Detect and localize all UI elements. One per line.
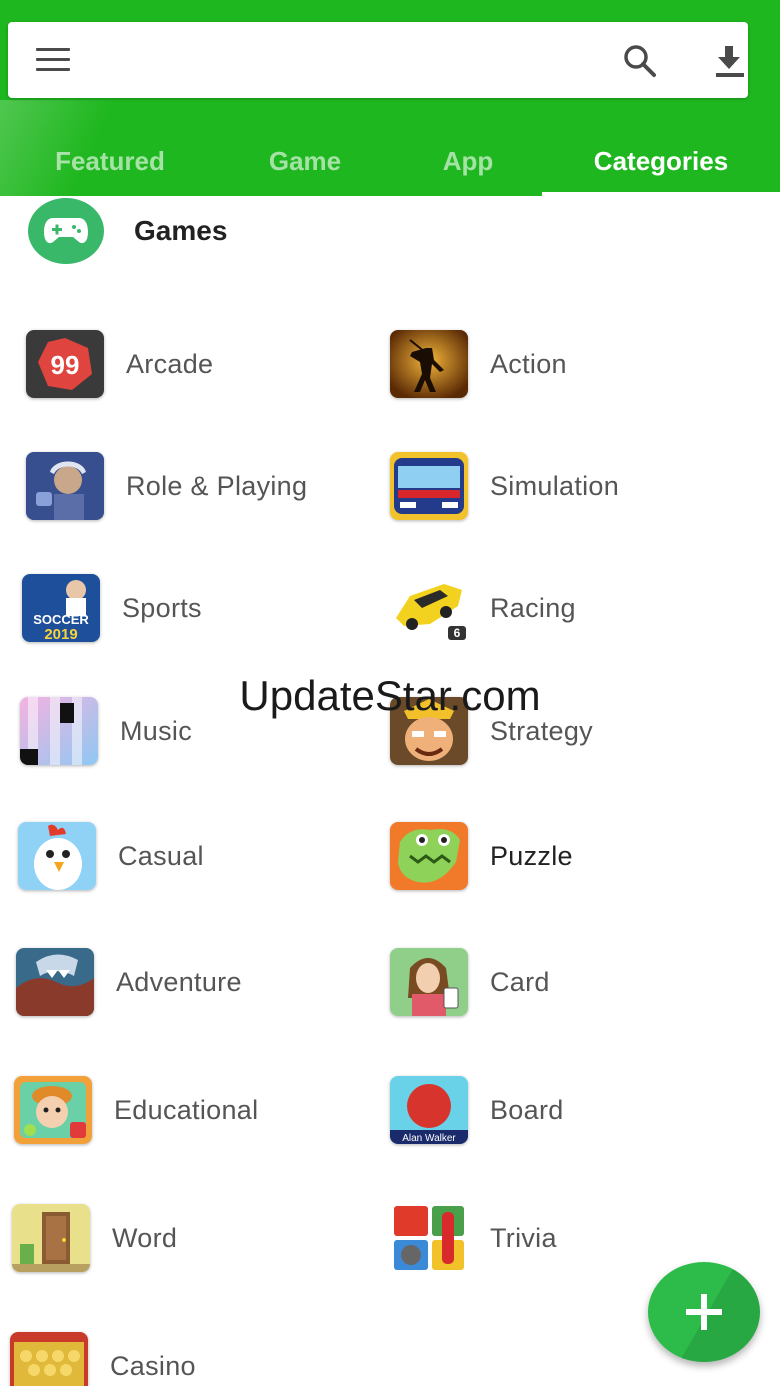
puzzle-icon (390, 822, 468, 890)
download-icon[interactable] (710, 42, 750, 82)
category-label: Racing (490, 592, 576, 623)
category-label: Casual (118, 840, 204, 871)
category-racing[interactable]: 6 Racing (390, 574, 576, 642)
category-label: Adventure (116, 966, 242, 997)
category-label: Puzzle (490, 840, 573, 871)
category-board[interactable]: Alan Walker Board (390, 1076, 564, 1144)
role-playing-icon (26, 452, 104, 520)
tab-categories[interactable]: Categories (542, 130, 780, 192)
category-casino[interactable]: Casino (10, 1332, 196, 1386)
watermark: UpdateStar.com (239, 672, 541, 719)
sports-icon: SOCCER 2019 (22, 574, 100, 642)
gamepad-icon (28, 198, 104, 264)
category-label: Role & Playing (126, 470, 308, 501)
add-fab-button[interactable] (648, 1262, 760, 1362)
tab-game[interactable]: Game (215, 130, 395, 192)
category-educational[interactable]: Educational (14, 1076, 258, 1144)
search-bar[interactable] (8, 22, 748, 98)
category-simulation[interactable]: Simulation (390, 452, 619, 520)
arcade-icon: 99 (26, 330, 104, 398)
category-puzzle[interactable]: Puzzle (390, 822, 573, 890)
racing-icon: 6 (390, 574, 468, 642)
category-casual[interactable]: Casual (18, 822, 204, 890)
search-icon[interactable] (620, 42, 660, 82)
casino-icon (10, 1332, 88, 1386)
category-sports[interactable]: SOCCER 2019 Sports (22, 574, 202, 642)
sports-thumb-line1: SOCCER (33, 612, 89, 627)
category-label: Simulation (490, 470, 620, 501)
category-action[interactable]: Action (390, 330, 567, 398)
adventure-icon (16, 948, 94, 1016)
section-header-games: Games (28, 198, 227, 264)
category-role-playing[interactable]: Role & Playing (26, 452, 307, 520)
tab-bar: Featured Game App Categories (0, 130, 780, 196)
board-thumb-caption: Alan Walker (402, 1133, 456, 1144)
racing-thumb-badge: 6 (454, 626, 461, 640)
board-icon: Alan Walker (390, 1076, 468, 1144)
app-header: Featured Game App Categories (0, 0, 780, 196)
casual-icon (18, 822, 96, 890)
word-icon (12, 1204, 90, 1272)
category-word[interactable]: Word (12, 1204, 177, 1272)
action-icon (390, 330, 468, 398)
menu-icon[interactable] (36, 46, 72, 74)
section-title: Games (134, 215, 228, 246)
category-label: Educational (114, 1094, 259, 1125)
category-label: Word (112, 1222, 178, 1253)
category-label: Trivia (490, 1222, 557, 1253)
plus-icon (686, 1294, 722, 1330)
trivia-icon (390, 1204, 468, 1272)
category-trivia[interactable]: Trivia (390, 1204, 557, 1272)
card-icon (390, 948, 468, 1016)
category-label: Board (490, 1094, 564, 1125)
category-label: Casino (110, 1350, 196, 1381)
category-label: Strategy (490, 715, 593, 746)
category-card[interactable]: Card (390, 948, 550, 1016)
sports-thumb-line2: 2019 (44, 626, 77, 642)
tab-featured[interactable]: Featured (20, 130, 200, 192)
category-label: Arcade (126, 348, 214, 379)
category-label: Music (120, 715, 193, 746)
tab-app[interactable]: App (378, 130, 558, 192)
category-adventure[interactable]: Adventure (16, 948, 242, 1016)
simulation-icon (390, 452, 468, 520)
category-label: Card (490, 966, 550, 997)
active-tab-indicator (542, 192, 780, 196)
category-arcade[interactable]: 99 Arcade (26, 330, 213, 398)
category-label: Sports (122, 592, 202, 623)
arcade-thumb-text: 99 (51, 350, 80, 380)
category-label: Action (490, 348, 567, 379)
educational-icon (14, 1076, 92, 1144)
